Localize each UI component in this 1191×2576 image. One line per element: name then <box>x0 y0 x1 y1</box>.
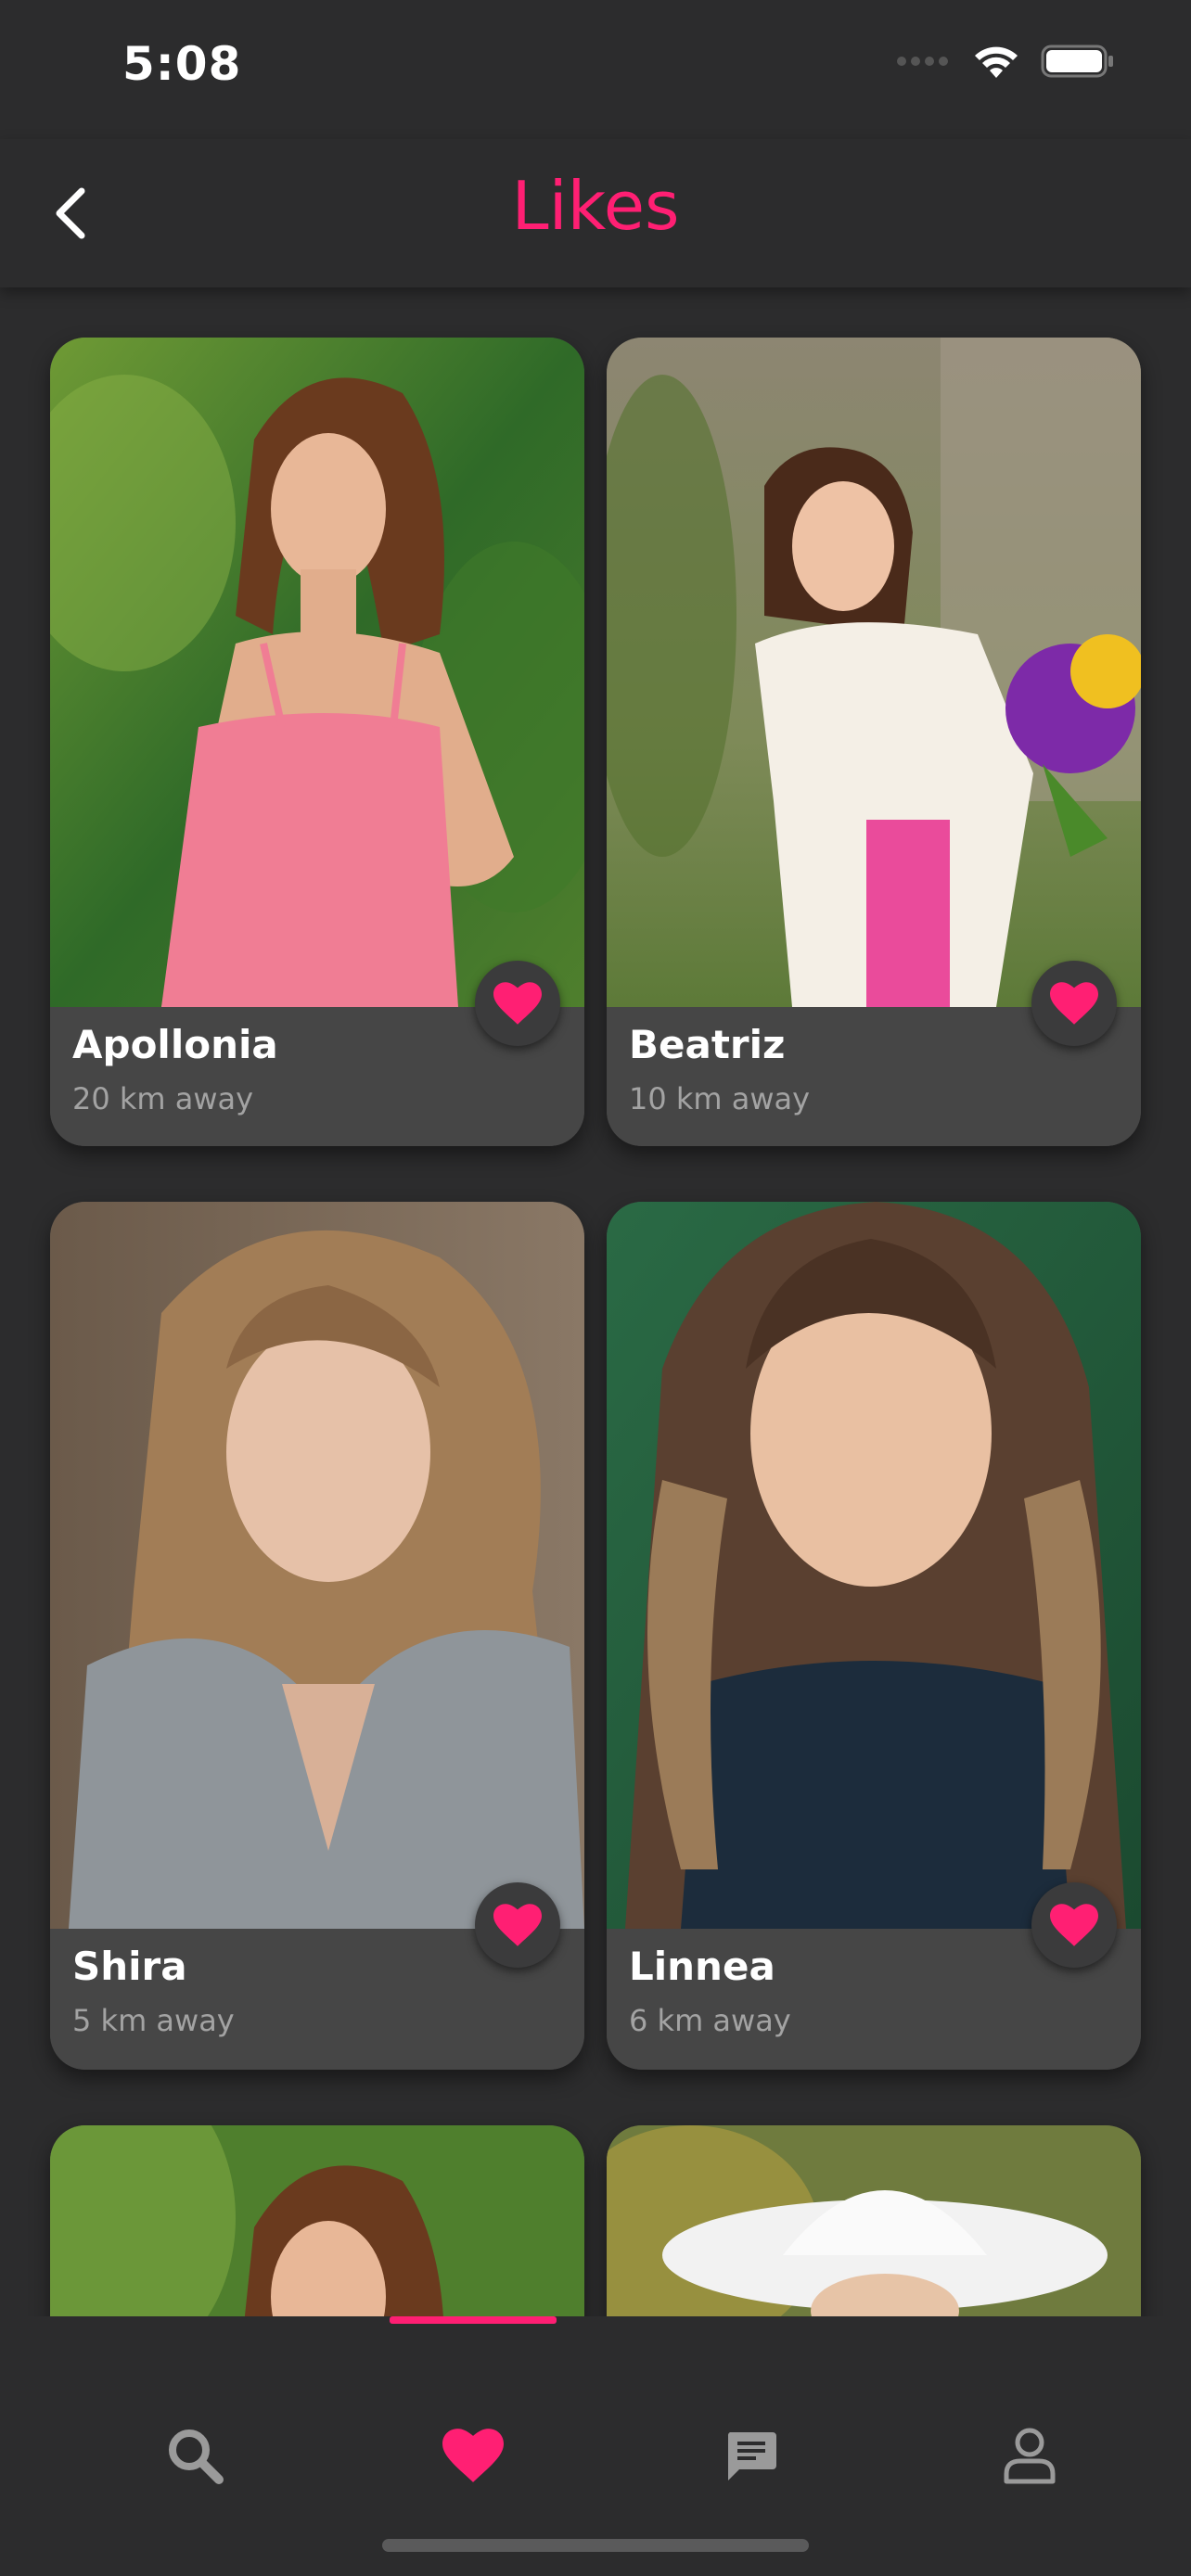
profile-photo <box>607 1202 1141 1929</box>
heart-icon <box>1050 982 1098 1025</box>
profile-name: Apollonia <box>72 1022 278 1067</box>
heart-icon <box>442 2429 504 2482</box>
profile-name: Linnea <box>629 1944 775 1989</box>
user-icon <box>1004 2428 1056 2484</box>
profile-card[interactable]: Beatriz 10 km away <box>607 338 1141 1146</box>
tab-search[interactable] <box>148 2409 241 2502</box>
profile-card[interactable]: Shira 5 km away <box>50 1202 584 2070</box>
heart-icon <box>493 1904 542 1946</box>
profile-distance: 5 km away <box>72 2003 235 2038</box>
heart-icon <box>493 982 542 1025</box>
like-button[interactable] <box>1031 961 1117 1046</box>
tab-bar <box>0 2316 1191 2576</box>
profile-card[interactable] <box>607 2125 1141 2316</box>
heart-icon <box>1050 1904 1098 1946</box>
profile-card[interactable]: Linnea 6 km away <box>607 1202 1141 2070</box>
home-indicator <box>382 2539 809 2552</box>
tab-profile[interactable] <box>983 2409 1076 2502</box>
active-tab-indicator <box>390 2316 557 2324</box>
like-button[interactable] <box>475 1882 560 1968</box>
signal-icon <box>897 57 948 66</box>
profile-name: Beatriz <box>629 1022 786 1067</box>
likes-grid[interactable]: Apollonia 20 km away Beatriz 10 km away … <box>0 287 1191 2316</box>
like-button[interactable] <box>475 961 560 1046</box>
tab-likes[interactable] <box>427 2409 519 2502</box>
profile-card[interactable]: Apollonia 20 km away <box>50 338 584 1146</box>
profile-photo <box>607 338 1141 1007</box>
header: Likes <box>0 139 1191 287</box>
profile-distance: 6 km away <box>629 2003 791 2038</box>
like-button[interactable] <box>1031 1882 1117 1968</box>
profile-photo <box>50 1202 584 1929</box>
profile-name: Shira <box>72 1944 187 1989</box>
status-bar: 5:08 <box>0 0 1191 139</box>
search-icon <box>169 2429 224 2484</box>
status-icons <box>896 43 1115 80</box>
page-title: Likes <box>511 167 680 245</box>
profile-photo <box>50 2125 584 2316</box>
profile-distance: 20 km away <box>72 1081 254 1116</box>
battery-icon <box>1041 45 1113 78</box>
tab-messages[interactable] <box>705 2409 798 2502</box>
chat-icon <box>727 2432 776 2480</box>
profile-photo <box>50 338 584 1007</box>
wifi-icon <box>975 46 1018 78</box>
status-time: 5:08 <box>122 37 242 91</box>
profile-distance: 10 km away <box>629 1081 811 1116</box>
profile-card[interactable] <box>50 2125 584 2316</box>
profile-photo <box>607 2125 1141 2316</box>
